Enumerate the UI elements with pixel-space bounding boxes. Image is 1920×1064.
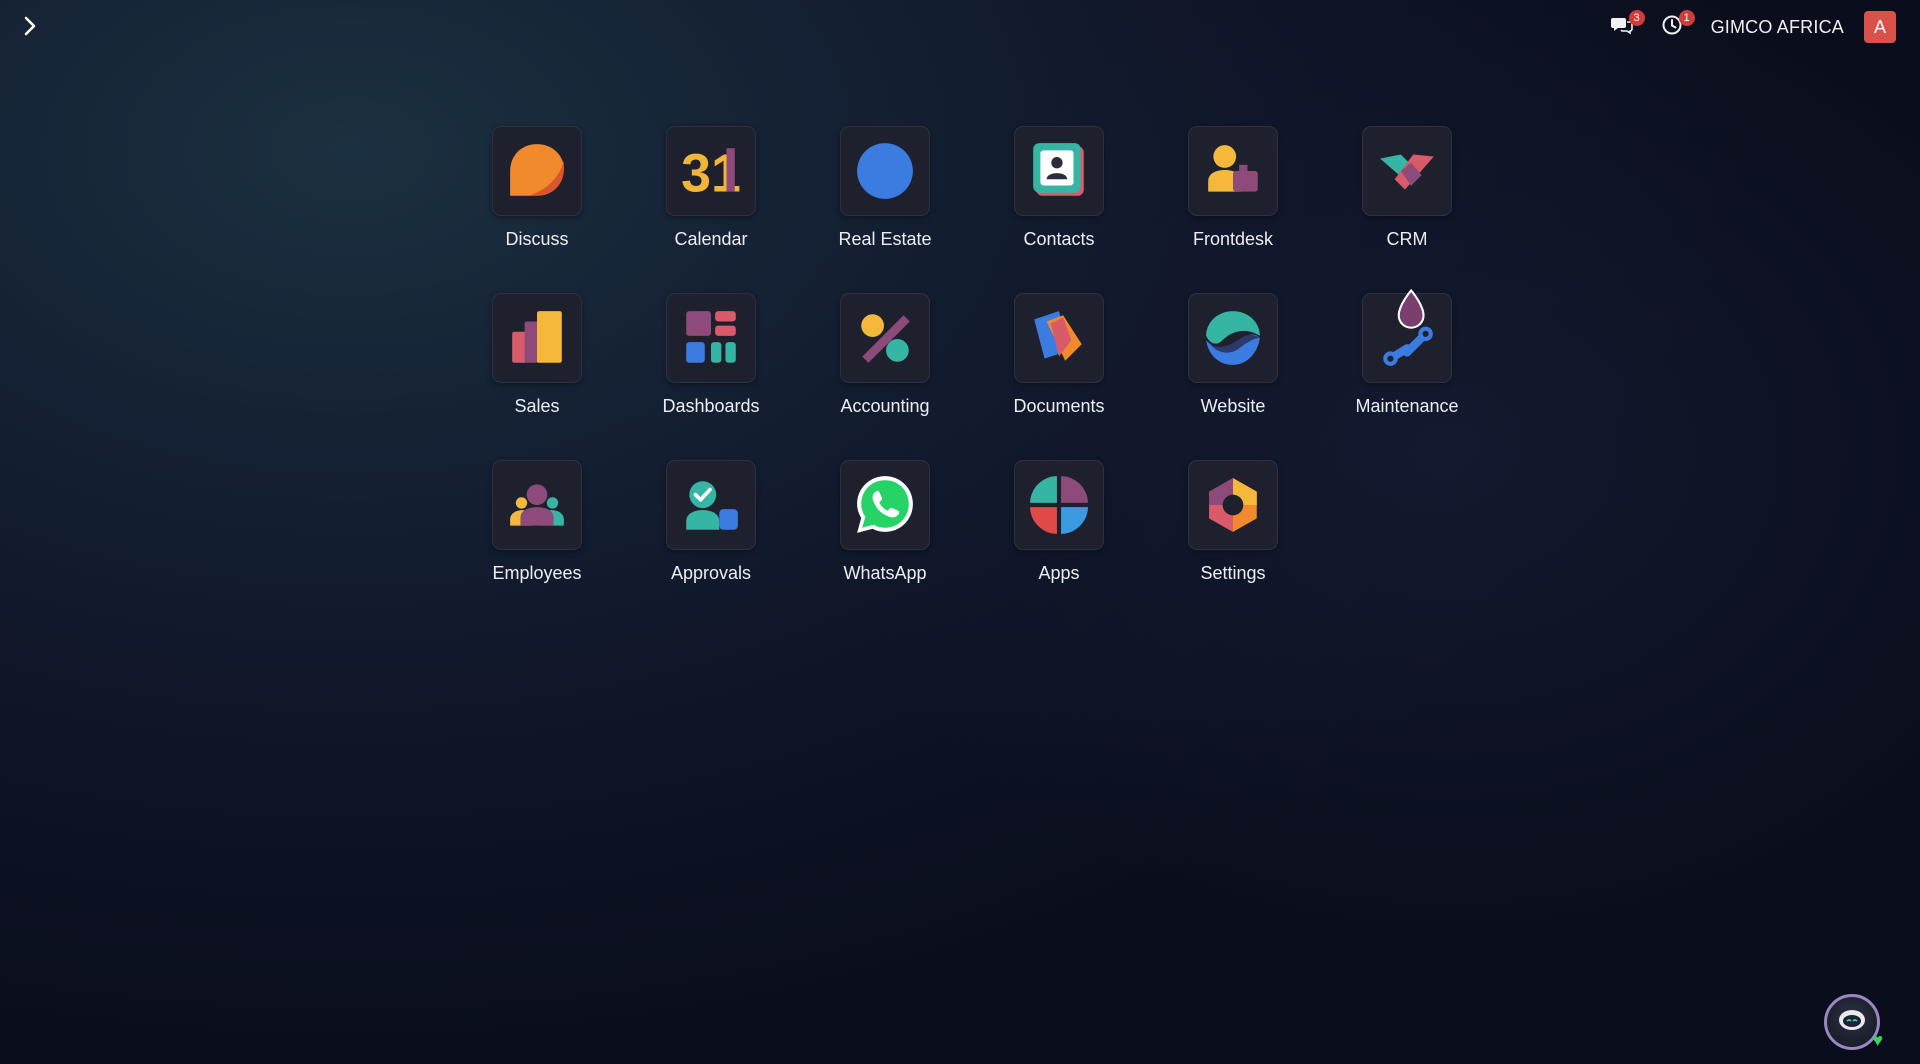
- apps-icon: [1014, 460, 1104, 550]
- app-settings[interactable]: Settings: [1146, 460, 1320, 627]
- avatar[interactable]: A: [1864, 11, 1896, 43]
- assistant-chat-button[interactable]: ♥: [1824, 994, 1883, 1050]
- app-label: Contacts: [1023, 229, 1095, 249]
- messages-count-badge: 3: [1628, 10, 1645, 26]
- app-maintenance[interactable]: Maintenance: [1320, 288, 1494, 460]
- app-sales[interactable]: Sales: [450, 293, 624, 460]
- app-label: Calendar: [674, 229, 748, 249]
- app-frontdesk[interactable]: Frontdesk: [1146, 126, 1320, 293]
- app-calendar[interactable]: 31 Calendar: [624, 126, 798, 293]
- maintenance-icon: [1362, 288, 1452, 383]
- documents-icon: [1014, 293, 1104, 383]
- app-label: Approvals: [670, 563, 752, 583]
- systray: 3 1 GIMCO AFRICA A: [1607, 10, 1896, 44]
- app-label: CRM: [1386, 229, 1428, 249]
- app-dashboards[interactable]: Dashboards: [624, 293, 798, 460]
- app-label: Employees: [492, 563, 582, 583]
- app-label: Website: [1200, 396, 1266, 416]
- calendar-icon: 31: [666, 126, 756, 216]
- app-accounting[interactable]: Accounting: [798, 293, 972, 460]
- activities-count-badge: 1: [1678, 10, 1695, 26]
- dashboards-icon: [666, 293, 756, 383]
- app-label: Real Estate: [838, 229, 932, 249]
- crm-icon: [1362, 126, 1452, 216]
- chatbot-icon: [1836, 1004, 1868, 1041]
- discuss-icon: [492, 126, 582, 216]
- app-website[interactable]: Website: [1146, 293, 1320, 460]
- approvals-icon: [666, 460, 756, 550]
- app-label: Documents: [1013, 396, 1105, 416]
- app-label: Sales: [514, 396, 560, 416]
- app-real-estate[interactable]: Real Estate: [798, 126, 972, 293]
- app-crm[interactable]: CRM: [1320, 126, 1494, 293]
- chevron-right-icon[interactable]: [18, 14, 42, 38]
- activities-button[interactable]: 1: [1657, 10, 1695, 42]
- app-label: Dashboards: [662, 396, 760, 416]
- company-switcher[interactable]: GIMCO AFRICA: [1711, 17, 1844, 38]
- app-label: WhatsApp: [843, 563, 927, 583]
- real-estate-icon: [840, 126, 930, 216]
- app-label: Accounting: [840, 396, 930, 416]
- app-contacts[interactable]: Contacts: [972, 126, 1146, 293]
- contacts-icon: [1014, 126, 1104, 216]
- settings-icon: [1188, 460, 1278, 550]
- app-label: Discuss: [505, 229, 569, 249]
- app-approvals[interactable]: Approvals: [624, 460, 798, 627]
- whatsapp-icon: [840, 460, 930, 550]
- app-label: Settings: [1200, 563, 1266, 583]
- employees-icon: [492, 460, 582, 550]
- accounting-icon: [840, 293, 930, 383]
- sales-icon: [492, 293, 582, 383]
- app-apps[interactable]: Apps: [972, 460, 1146, 627]
- top-navbar: 3 1 GIMCO AFRICA A: [0, 0, 1920, 54]
- frontdesk-icon: [1188, 126, 1278, 216]
- app-employees[interactable]: Employees: [450, 460, 624, 627]
- app-discuss[interactable]: Discuss: [450, 126, 624, 293]
- app-label: Apps: [1038, 563, 1080, 583]
- app-whatsapp[interactable]: WhatsApp: [798, 460, 972, 627]
- messages-button[interactable]: 3: [1607, 10, 1645, 42]
- heart-icon: ♥: [1872, 1030, 1883, 1050]
- app-documents[interactable]: Documents: [972, 293, 1146, 460]
- app-label: Frontdesk: [1192, 229, 1274, 249]
- app-label: Maintenance: [1355, 396, 1459, 416]
- website-icon: [1188, 293, 1278, 383]
- app-grid: Discuss 31 Calendar Real Estate Contacts: [450, 126, 1494, 627]
